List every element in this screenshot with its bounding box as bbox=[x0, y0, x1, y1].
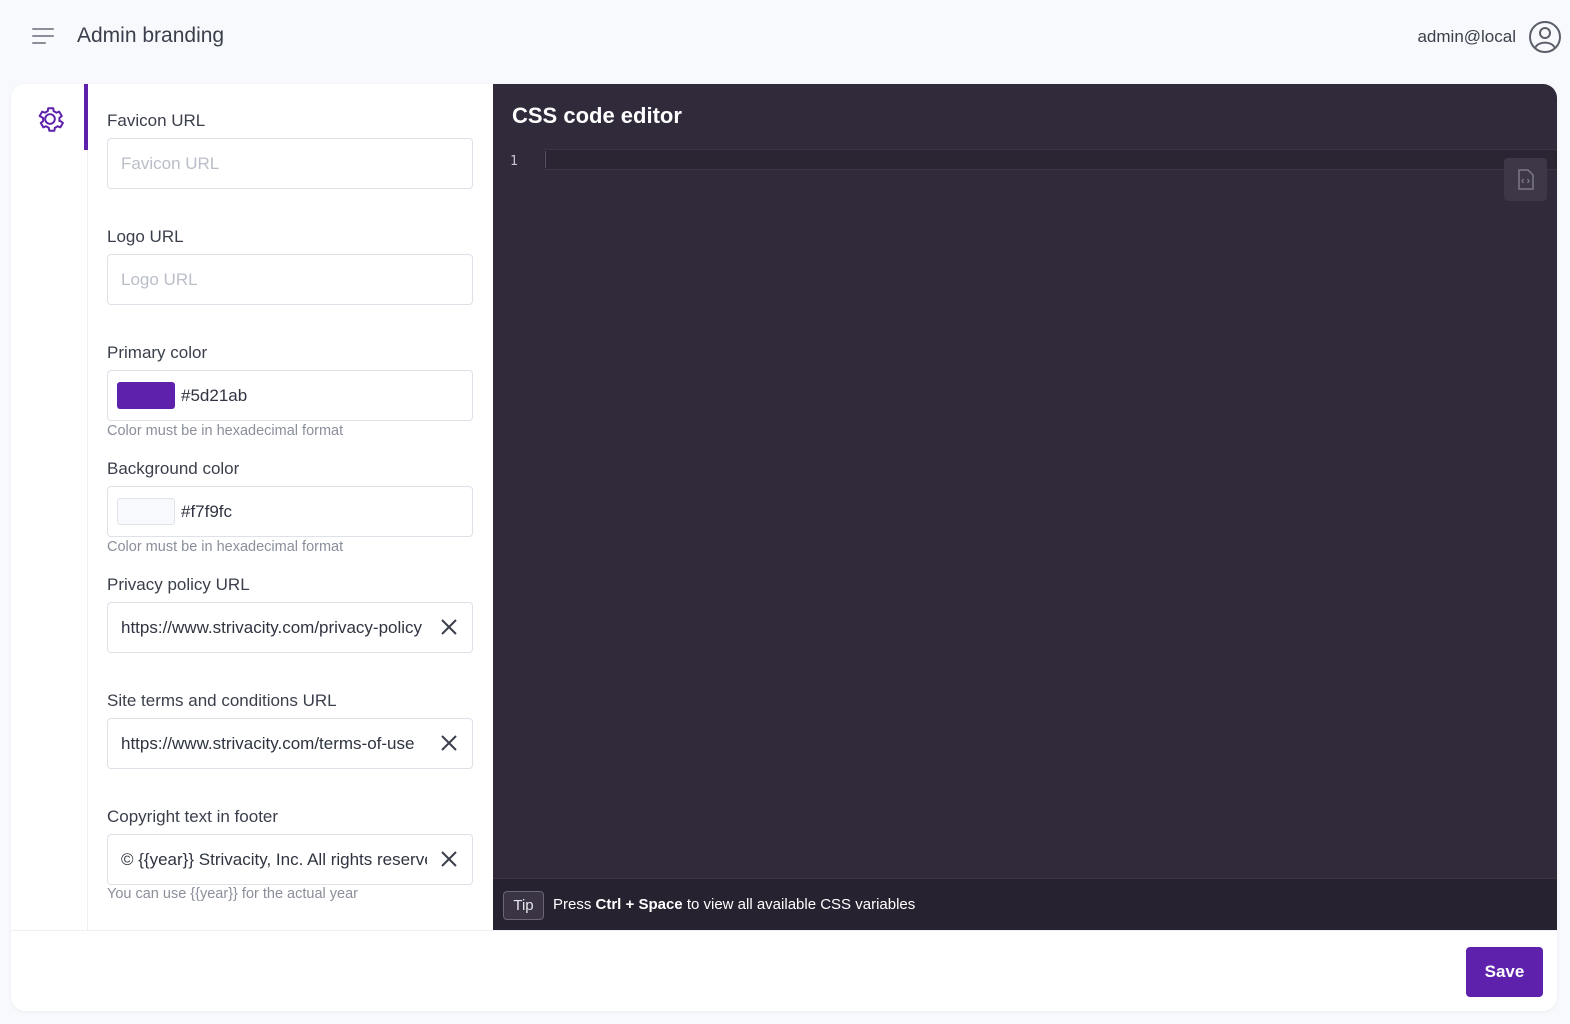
editor-title: CSS code editor bbox=[512, 103, 682, 128]
primary-color-label: Primary color bbox=[107, 343, 208, 362]
editor-tip-bar: Tip Press Ctrl + Space to view all avail… bbox=[493, 878, 1557, 930]
settings-side-nav bbox=[11, 84, 88, 930]
background-color-input[interactable]: #f7f9fc bbox=[107, 486, 473, 537]
user-circle-icon[interactable] bbox=[1528, 20, 1562, 54]
text-cursor bbox=[545, 151, 546, 168]
file-code-icon[interactable] bbox=[1504, 158, 1547, 201]
branding-card: Favicon URL Favicon URL Logo URL Logo UR… bbox=[11, 84, 1557, 1011]
copyright-helper: You can use {{year}} for the actual year bbox=[107, 886, 358, 902]
privacy-policy-value: https://www.strivacity.com/privacy-polic… bbox=[121, 618, 423, 637]
page-title: Admin branding bbox=[77, 24, 225, 47]
primary-color-helper: Color must be in hexadecimal format bbox=[107, 423, 344, 439]
close-icon[interactable] bbox=[438, 732, 460, 754]
logo-url-placeholder: Logo URL bbox=[121, 270, 198, 289]
hamburger-menu-icon[interactable] bbox=[28, 22, 60, 52]
branding-form: Favicon URL Favicon URL Logo URL Logo UR… bbox=[88, 84, 493, 930]
background-color-swatch[interactable] bbox=[117, 498, 175, 525]
copyright-input[interactable]: © {{year}} Strivacity, Inc. All rights r… bbox=[107, 834, 473, 885]
logo-url-label: Logo URL bbox=[107, 227, 184, 246]
save-button[interactable]: Save bbox=[1466, 947, 1543, 997]
terms-url-label: Site terms and conditions URL bbox=[107, 691, 337, 710]
copyright-label: Copyright text in footer bbox=[107, 807, 279, 826]
privacy-policy-label: Privacy policy URL bbox=[107, 575, 250, 594]
copyright-value: © {{year}} Strivacity, Inc. All rights r… bbox=[121, 850, 427, 869]
user-email: admin@local bbox=[1417, 27, 1516, 46]
close-icon[interactable] bbox=[438, 616, 460, 638]
primary-color-value: #5d21ab bbox=[181, 386, 248, 405]
css-code-editor: CSS code editor 1 Tip Press Ctrl + Space… bbox=[493, 84, 1557, 930]
card-footer: Save bbox=[11, 930, 1557, 1011]
primary-color-input[interactable]: #5d21ab bbox=[107, 370, 473, 421]
tip-prefix: Press bbox=[553, 896, 592, 913]
favicon-url-input[interactable]: Favicon URL bbox=[107, 138, 473, 189]
code-input-area[interactable] bbox=[544, 149, 1557, 170]
top-bar: Admin branding admin@local bbox=[0, 0, 1570, 74]
tip-badge: Tip bbox=[503, 891, 544, 920]
background-color-helper: Color must be in hexadecimal format bbox=[107, 539, 344, 555]
favicon-url-label: Favicon URL bbox=[107, 111, 206, 130]
logo-url-input[interactable]: Logo URL bbox=[107, 254, 473, 305]
tip-suffix: to view all available CSS variables bbox=[686, 896, 916, 913]
background-color-value: #f7f9fc bbox=[181, 502, 233, 521]
background-color-label: Background color bbox=[107, 459, 240, 478]
line-number: 1 bbox=[510, 154, 518, 169]
primary-color-swatch[interactable] bbox=[117, 382, 175, 409]
privacy-policy-input[interactable]: https://www.strivacity.com/privacy-polic… bbox=[107, 602, 473, 653]
favicon-url-placeholder: Favicon URL bbox=[121, 154, 220, 173]
terms-url-input[interactable]: https://www.strivacity.com/terms-of-use bbox=[107, 718, 473, 769]
tip-keys: Ctrl + Space bbox=[595, 896, 683, 913]
gear-icon[interactable] bbox=[33, 102, 67, 136]
terms-url-value: https://www.strivacity.com/terms-of-use bbox=[121, 734, 415, 753]
tip-text: Press Ctrl + Space to view all available… bbox=[553, 896, 915, 913]
close-icon[interactable] bbox=[438, 848, 460, 870]
